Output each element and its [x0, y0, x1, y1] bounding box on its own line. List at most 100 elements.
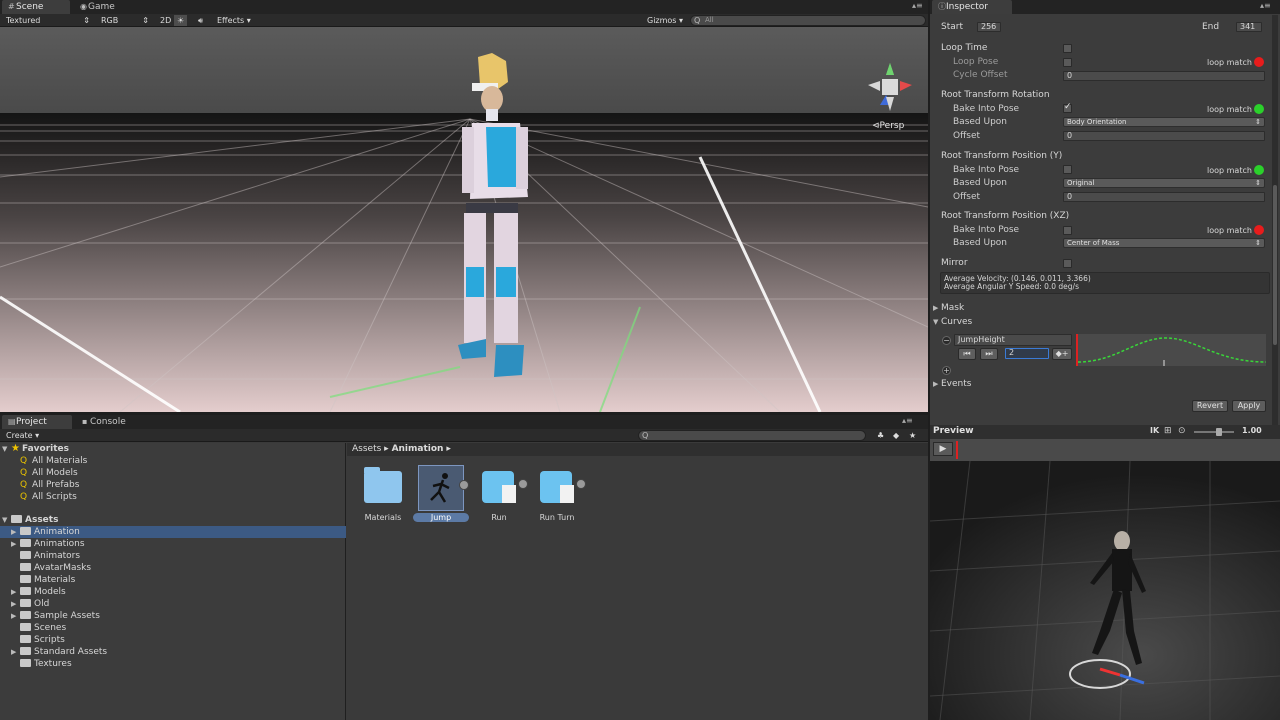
rot-based-upon-dropdown[interactable]: Body Orientation ⇕ [1063, 117, 1265, 127]
mask-foldout[interactable]: ▶ Mask [933, 303, 964, 313]
folder-scripts[interactable]: Scripts [20, 634, 65, 646]
curve-name-field[interactable]: JumpHeight [954, 334, 1072, 346]
tab-scene[interactable]: #Scene [2, 0, 70, 14]
posy-bake-checkbox[interactable] [1063, 165, 1072, 174]
tab-project[interactable]: ▤Project [2, 415, 72, 429]
favorite-star-icon[interactable]: ★ [906, 430, 919, 441]
favorite-all-scripts[interactable]: Q All Scripts [20, 491, 77, 503]
posxz-loop-match-red-indicator [1254, 225, 1264, 235]
loop-time-checkbox[interactable] [1063, 44, 1072, 53]
cycle-offset-field[interactable]: 0 [1063, 71, 1265, 81]
rot-loop-match-label: loop match [1207, 105, 1252, 114]
rot-offset-field[interactable]: 0 [1063, 131, 1265, 141]
posy-based-upon-dropdown[interactable]: Original ⇕ [1063, 178, 1265, 188]
speed-slider-thumb[interactable] [1216, 428, 1222, 436]
preview-timeline[interactable]: ▶ [930, 439, 1280, 461]
loop-pose-checkbox[interactable] [1063, 58, 1072, 67]
asset-run-turn[interactable]: Run Turn [529, 465, 586, 522]
folder-textures[interactable]: Textures [20, 658, 72, 670]
orientation-gizmo-icon[interactable] [866, 61, 914, 113]
prev-key-button[interactable]: ⏮ [958, 348, 976, 360]
folder-sample-assets[interactable]: ▶ Sample Assets [11, 610, 100, 622]
breadcrumb-assets[interactable]: Assets [352, 444, 381, 454]
next-key-button[interactable]: ⏭ [980, 348, 998, 360]
gizmos-dropdown[interactable]: Gizmos ▾ [644, 15, 686, 26]
render-mode-dropdown[interactable]: RGB ⇕ [98, 15, 152, 26]
inspector-scroll-thumb[interactable] [1273, 185, 1277, 345]
folder-animation[interactable]: ▶ Animation [0, 526, 346, 538]
rot-bake-checkbox[interactable] [1063, 102, 1072, 113]
play-button[interactable]: ▶ [933, 442, 953, 456]
start-field[interactable]: 256 [977, 22, 1001, 32]
assets-root[interactable]: ▼ Assets [2, 514, 58, 526]
folder-old[interactable]: ▶ Old [11, 598, 49, 610]
star-icon: ★ [11, 443, 20, 454]
add-key-button[interactable]: ◆+ [1052, 348, 1072, 360]
scene-search-input[interactable]: Q All [690, 15, 926, 26]
posy-offset-label: Offset [953, 192, 981, 202]
toggle-2d-button[interactable]: 2D [157, 15, 174, 26]
folder-standard-assets[interactable]: ▶ Standard Assets [11, 646, 107, 658]
info-icon: ⓘ [938, 2, 946, 11]
draw-mode-dropdown[interactable]: Textured ⇕ [3, 15, 93, 26]
speed-slider[interactable] [1194, 428, 1234, 436]
ik-toggle[interactable]: IK [1150, 426, 1159, 435]
folder-animations[interactable]: ▶ Animations [11, 538, 85, 550]
avatar-toggle-icon[interactable]: ⊙ [1178, 426, 1186, 436]
dropdown-arrow-icon: ⇕ [1255, 239, 1261, 247]
breadcrumb-separator-icon: ▸ [384, 444, 392, 454]
folder-models[interactable]: ▶ Models [11, 586, 66, 598]
apply-button[interactable]: Apply [1232, 400, 1266, 412]
posxz-based-upon-dropdown[interactable]: Center of Mass ⇕ [1063, 238, 1265, 248]
tab-game[interactable]: ◉Game [74, 0, 134, 14]
favorite-all-models[interactable]: Q All Models [20, 467, 78, 479]
curve-value-field[interactable]: 2 [1005, 348, 1049, 359]
foldout-open-icon: ▼ [2, 516, 8, 524]
remove-curve-icon[interactable]: − [942, 336, 951, 345]
project-tabstrip: ▤Project ▪ Console ▴≡ [0, 415, 928, 429]
posy-offset-field[interactable]: 0 [1063, 192, 1265, 202]
curves-foldout[interactable]: ▼ Curves [933, 317, 972, 327]
audio-toggle-icon[interactable]: 🔊︎ [195, 15, 206, 26]
folder-materials[interactable]: Materials [20, 574, 75, 586]
favorite-all-materials[interactable]: Q All Materials [20, 455, 87, 467]
folder-avatarmasks[interactable]: AvatarMasks [20, 562, 91, 574]
asset-run[interactable]: Run [471, 465, 528, 522]
panel-menu-icon[interactable]: ▴≡ [902, 416, 913, 425]
scene-viewport[interactable]: ⊲Persp [0, 27, 928, 412]
effects-dropdown[interactable]: Effects ▾ [214, 15, 256, 26]
favorites-header[interactable]: ▼ ★ Favorites [2, 443, 69, 455]
asset-materials[interactable]: Materials [355, 465, 411, 522]
folder-icon [360, 465, 406, 511]
panel-menu-icon[interactable]: ▴≡ [912, 1, 923, 10]
perspective-label[interactable]: ⊲Persp [872, 121, 904, 131]
tab-inspector[interactable]: ⓘInspector [932, 0, 1012, 14]
folder-animators[interactable]: Animators [20, 550, 80, 562]
favorite-all-prefabs[interactable]: Q All Prefabs [20, 479, 79, 491]
posxz-bake-checkbox[interactable] [1063, 226, 1072, 235]
filter-label-icon[interactable]: ◆ [890, 430, 902, 441]
inspector-scrollbar[interactable] [1272, 15, 1278, 425]
revert-button[interactable]: Revert [1192, 400, 1228, 412]
filter-type-icon[interactable]: ♣ [874, 430, 887, 441]
create-dropdown[interactable]: Create ▾ [3, 430, 42, 441]
foldout-open-icon: ▼ [933, 318, 939, 326]
tab-console[interactable]: ▪ Console [76, 415, 146, 429]
preview-viewport[interactable] [930, 461, 1280, 720]
folder-scenes[interactable]: Scenes [20, 622, 66, 634]
lighting-toggle-icon[interactable]: ☀ [174, 15, 188, 26]
panel-menu-icon[interactable]: ▴≡ [1260, 1, 1271, 10]
project-search-input[interactable]: Q [638, 430, 866, 441]
curve-graph[interactable] [1076, 334, 1266, 366]
pivot-toggle-icon[interactable]: ⊞ [1164, 426, 1172, 436]
end-field[interactable]: 341 [1236, 22, 1262, 32]
add-curve-icon[interactable]: + [942, 366, 951, 375]
asset-name: Run [491, 513, 507, 522]
asset-jump[interactable]: Jump [413, 465, 469, 522]
timeline-playhead[interactable] [956, 441, 958, 459]
breadcrumb-animation[interactable]: Animation [392, 444, 444, 454]
events-foldout[interactable]: ▶ Events [933, 379, 971, 389]
mirror-checkbox[interactable] [1063, 259, 1072, 268]
inspector-tabstrip: ⓘInspector ▴≡ [930, 0, 1280, 14]
scene-toolbar: Textured ⇕ RGB ⇕ 2D ☀ 🔊︎ Effects ▾ Gizmos … [0, 14, 928, 27]
